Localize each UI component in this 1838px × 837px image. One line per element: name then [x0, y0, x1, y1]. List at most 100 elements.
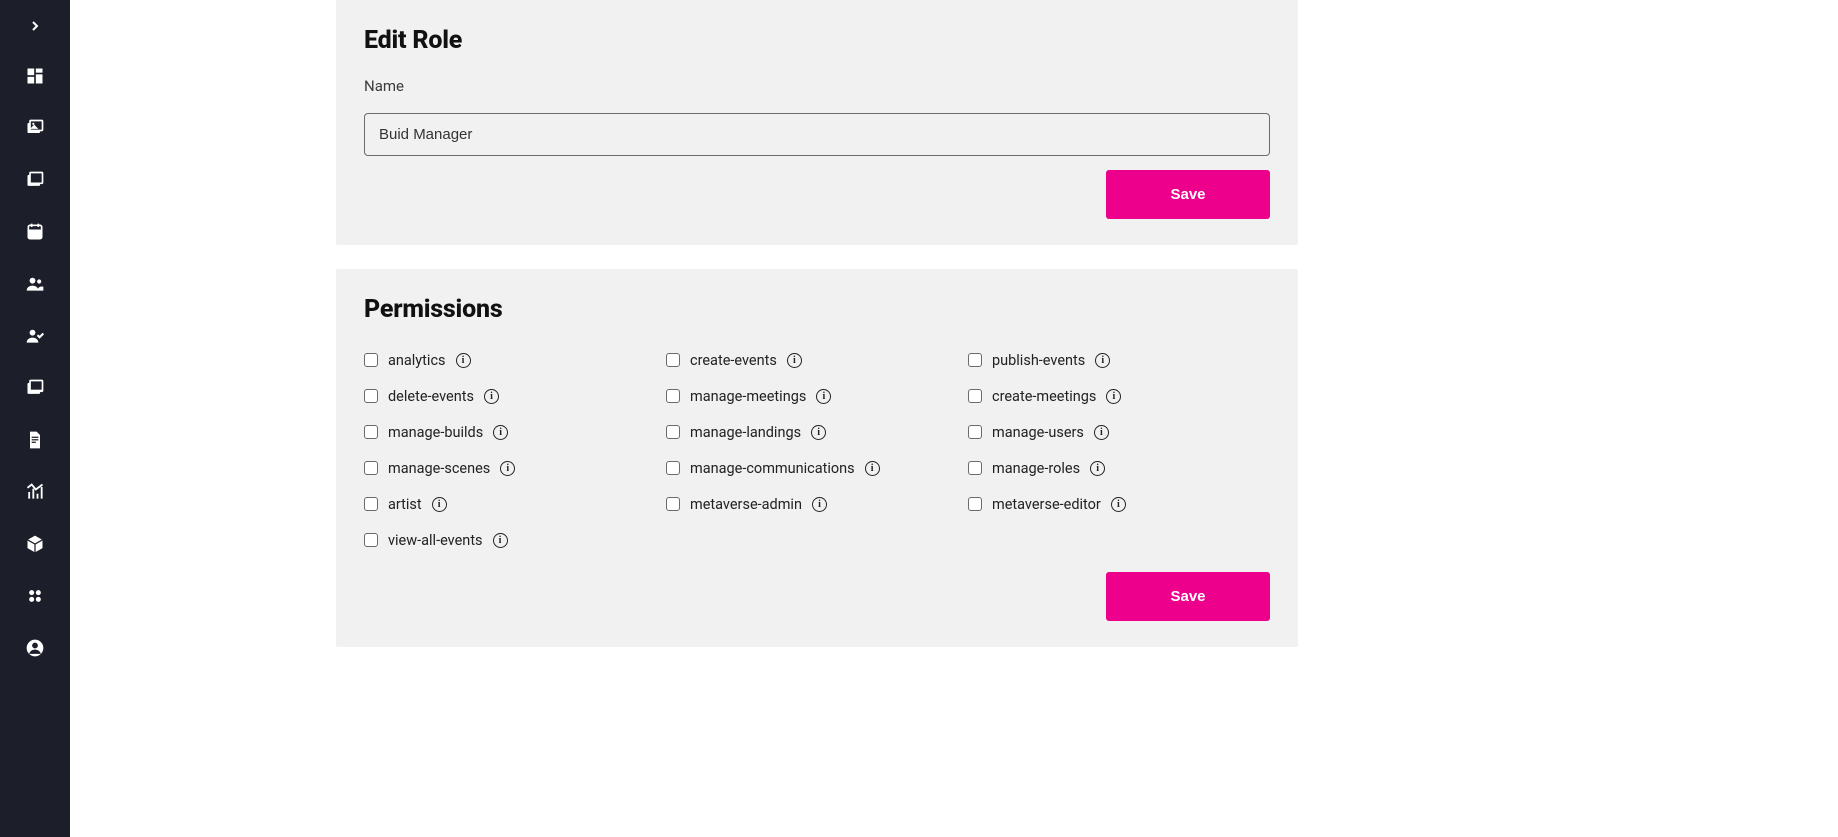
save-permissions-button[interactable]: Save	[1106, 572, 1270, 621]
permission-label-delete-events: delete-events	[388, 388, 474, 405]
permission-item-manage-meetings: manage-meetings i	[666, 382, 968, 410]
permission-item-view-all-events: view-all-events i	[364, 526, 666, 554]
permission-label-manage-communications: manage-communications	[690, 460, 855, 477]
permission-item-publish-events: publish-events i	[968, 346, 1270, 374]
info-icon[interactable]: i	[787, 353, 802, 368]
permission-item-create-events: create-events i	[666, 346, 968, 374]
permission-checkbox-metaverse-editor[interactable]	[968, 497, 982, 511]
permission-label-manage-builds: manage-builds	[388, 424, 483, 441]
permission-label-manage-roles: manage-roles	[992, 460, 1080, 477]
sidebar-item-calendar[interactable]	[15, 212, 55, 252]
info-icon[interactable]: i	[812, 497, 827, 512]
permission-checkbox-manage-landings[interactable]	[666, 425, 680, 439]
info-icon[interactable]: i	[484, 389, 499, 404]
sidebar-item-media-library[interactable]	[15, 160, 55, 200]
user-check-icon	[25, 326, 45, 346]
permission-checkbox-manage-communications[interactable]	[666, 461, 680, 475]
permission-item-manage-users: manage-users i	[968, 418, 1270, 446]
document-icon	[25, 430, 45, 450]
permission-checkbox-manage-meetings[interactable]	[666, 389, 680, 403]
permission-label-manage-scenes: manage-scenes	[388, 460, 490, 477]
permission-label-create-meetings: create-meetings	[992, 388, 1096, 405]
info-icon[interactable]: i	[493, 533, 508, 548]
sidebar-item-user-check[interactable]	[15, 316, 55, 356]
info-icon[interactable]: i	[493, 425, 508, 440]
permission-checkbox-manage-users[interactable]	[968, 425, 982, 439]
permission-checkbox-create-meetings[interactable]	[968, 389, 982, 403]
media-library-icon	[25, 170, 45, 190]
permission-label-manage-landings: manage-landings	[690, 424, 801, 441]
permission-label-artist: artist	[388, 496, 422, 513]
permission-item-analytics: analytics i	[364, 346, 666, 374]
permission-item-metaverse-admin: metaverse-admin i	[666, 490, 968, 518]
info-icon[interactable]: i	[1111, 497, 1126, 512]
sidebar-item-analytics[interactable]	[15, 472, 55, 512]
sidebar-item-document[interactable]	[15, 420, 55, 460]
sidebar-item-book-media[interactable]	[15, 368, 55, 408]
info-icon[interactable]: i	[1090, 461, 1105, 476]
sidebar-item-dashboard[interactable]	[15, 56, 55, 96]
permission-label-metaverse-editor: metaverse-editor	[992, 496, 1101, 513]
info-icon[interactable]: i	[1095, 353, 1110, 368]
permission-checkbox-metaverse-admin[interactable]	[666, 497, 680, 511]
sidebar-items	[15, 56, 55, 668]
info-icon[interactable]: i	[456, 353, 471, 368]
permission-label-publish-events: publish-events	[992, 352, 1085, 369]
info-icon[interactable]: i	[1094, 425, 1109, 440]
permission-checkbox-view-all-events[interactable]	[364, 533, 378, 547]
main-content: Edit Role Name Save Permissions analytic…	[70, 0, 1838, 837]
sidebar-item-account[interactable]	[15, 628, 55, 668]
permission-checkbox-create-events[interactable]	[666, 353, 680, 367]
permission-checkbox-manage-builds[interactable]	[364, 425, 378, 439]
name-label: Name	[364, 77, 1270, 95]
image-folder-icon	[25, 118, 45, 138]
permission-item-manage-scenes: manage-scenes i	[364, 454, 666, 482]
grid-dots-icon	[25, 586, 45, 606]
sidebar-item-box[interactable]	[15, 524, 55, 564]
permissions-panel: Permissions analyticsicreate-eventsipubl…	[336, 269, 1298, 647]
chevron-right-icon	[27, 18, 43, 34]
edit-role-panel: Edit Role Name Save	[336, 0, 1298, 245]
permission-checkbox-delete-events[interactable]	[364, 389, 378, 403]
permission-item-manage-builds: manage-builds i	[364, 418, 666, 446]
permission-label-manage-meetings: manage-meetings	[690, 388, 806, 405]
permission-label-view-all-events: view-all-events	[388, 532, 483, 549]
permission-checkbox-artist[interactable]	[364, 497, 378, 511]
permission-label-analytics: analytics	[388, 352, 446, 369]
permission-label-create-events: create-events	[690, 352, 777, 369]
sidebar-item-grid-dots[interactable]	[15, 576, 55, 616]
info-icon[interactable]: i	[816, 389, 831, 404]
info-icon[interactable]: i	[811, 425, 826, 440]
save-role-button[interactable]: Save	[1106, 170, 1270, 219]
users-icon	[25, 274, 45, 294]
sidebar-item-image-folder[interactable]	[15, 108, 55, 148]
book-media-icon	[25, 378, 45, 398]
permissions-title: Permissions	[364, 295, 1270, 324]
permission-item-manage-roles: manage-roles i	[968, 454, 1270, 482]
permission-item-create-meetings: create-meetings i	[968, 382, 1270, 410]
edit-role-title: Edit Role	[364, 26, 1270, 55]
permission-checkbox-manage-scenes[interactable]	[364, 461, 378, 475]
permission-item-metaverse-editor: metaverse-editor i	[968, 490, 1270, 518]
info-icon[interactable]: i	[500, 461, 515, 476]
permission-checkbox-analytics[interactable]	[364, 353, 378, 367]
calendar-file-icon	[25, 222, 45, 242]
permission-item-manage-landings: manage-landings i	[666, 418, 968, 446]
sidebar-expand-button[interactable]	[17, 14, 53, 38]
permissions-grid: analyticsicreate-eventsipublish-eventsid…	[364, 346, 1270, 554]
permission-item-delete-events: delete-events i	[364, 382, 666, 410]
chart-icon	[25, 482, 45, 502]
info-icon[interactable]: i	[432, 497, 447, 512]
sidebar-item-users[interactable]	[15, 264, 55, 304]
permission-item-manage-communications: manage-communications i	[666, 454, 968, 482]
permission-checkbox-publish-events[interactable]	[968, 353, 982, 367]
sidebar	[0, 0, 70, 837]
permission-checkbox-manage-roles[interactable]	[968, 461, 982, 475]
permission-label-manage-users: manage-users	[992, 424, 1084, 441]
info-icon[interactable]: i	[865, 461, 880, 476]
box-icon	[25, 534, 45, 554]
info-icon[interactable]: i	[1106, 389, 1121, 404]
permission-item-artist: artisti	[364, 490, 666, 518]
role-name-input[interactable]	[364, 113, 1270, 156]
permission-label-metaverse-admin: metaverse-admin	[690, 496, 802, 513]
